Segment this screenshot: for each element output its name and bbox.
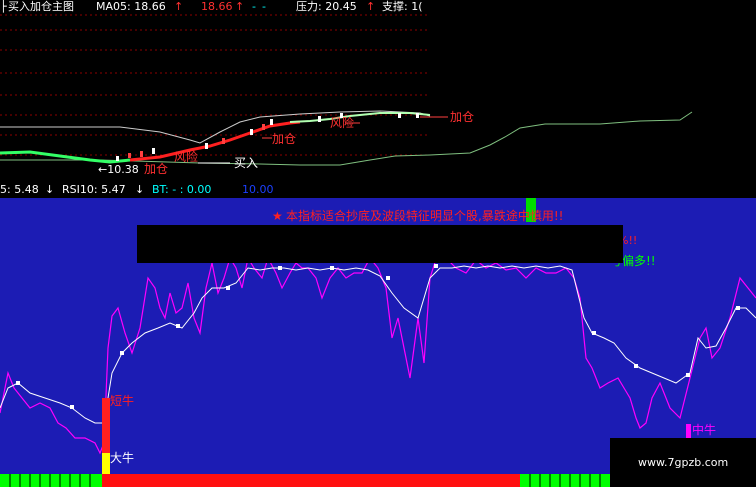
fengxian-label-left: 风险 bbox=[174, 150, 199, 164]
grid-lines bbox=[0, 14, 430, 156]
ma05-arrow: ↑ bbox=[174, 0, 184, 13]
minus-1: - bbox=[252, 0, 256, 13]
pressure-arrow: ↑ bbox=[366, 0, 376, 13]
candles bbox=[116, 113, 419, 161]
minus-2: - bbox=[262, 0, 266, 13]
jiacang-label-mid: 加仓 bbox=[272, 132, 297, 146]
redaction-block bbox=[137, 225, 623, 263]
rsi5-line bbox=[0, 252, 756, 455]
main-chart-panel[interactable]: ├ 买入加仓主图 MA05: 18.66 ↑ 18.66 ↑ - - 压力: 2… bbox=[0, 0, 756, 182]
fengxian-label-mid: 风险 bbox=[330, 116, 355, 130]
notice-text: 本指标适合抄底及波段特征明显个股,暴跌途中慎用!! bbox=[286, 209, 564, 223]
magenta-signal-bar bbox=[686, 424, 691, 438]
jiacang-label-right: 加仓 bbox=[450, 110, 475, 124]
rsi5-label: 5: 5.48 bbox=[0, 183, 39, 196]
watermark-box: www.7gpzb.com bbox=[610, 438, 756, 487]
rsi5-arrow: ↓ bbox=[45, 183, 55, 196]
signal-strip bbox=[0, 474, 610, 487]
main-chart-svg bbox=[0, 14, 693, 166]
low-price-label: ←10.38 bbox=[98, 163, 139, 176]
ma05-label: MA05: 18.66 bbox=[96, 0, 166, 13]
zhongniu-label: 中牛 bbox=[692, 423, 717, 437]
price-line-green2 bbox=[289, 112, 431, 123]
daniu-label: 大牛 bbox=[110, 451, 135, 465]
rsi10-dots bbox=[16, 264, 740, 409]
jiacang-label-left: 加仓 bbox=[144, 162, 169, 176]
bt-value2: 10.00 bbox=[242, 183, 274, 196]
mairu-label: 买入 bbox=[234, 156, 259, 170]
ma05-arrow2: ↑ bbox=[235, 0, 245, 13]
watermark-text: www.7gpzb.com bbox=[638, 456, 729, 469]
notice-star: ★ bbox=[272, 209, 283, 223]
resistance-line bbox=[0, 110, 431, 144]
indicator-title: 买入加仓主图 bbox=[8, 0, 74, 13]
duanniu-label: 短牛 bbox=[110, 394, 135, 408]
pressure-label: 压力: 20.45 bbox=[296, 0, 357, 13]
support-label: 支撑: 1( bbox=[382, 0, 423, 13]
bt-label: BT: - : 0.00 bbox=[152, 183, 212, 196]
indicator-info-bar: 5: 5.48 ↓ RSI10: 5.47 ↓ BT: - : 0.00 10.… bbox=[0, 182, 756, 198]
rsi10-label: RSI10: 5.47 bbox=[62, 183, 126, 196]
rsi10-arrow: ↓ bbox=[135, 183, 145, 196]
ma05-value2: 18.66 bbox=[201, 0, 233, 13]
left-marker: ├ bbox=[0, 0, 7, 13]
red-signal-bar bbox=[102, 398, 110, 453]
